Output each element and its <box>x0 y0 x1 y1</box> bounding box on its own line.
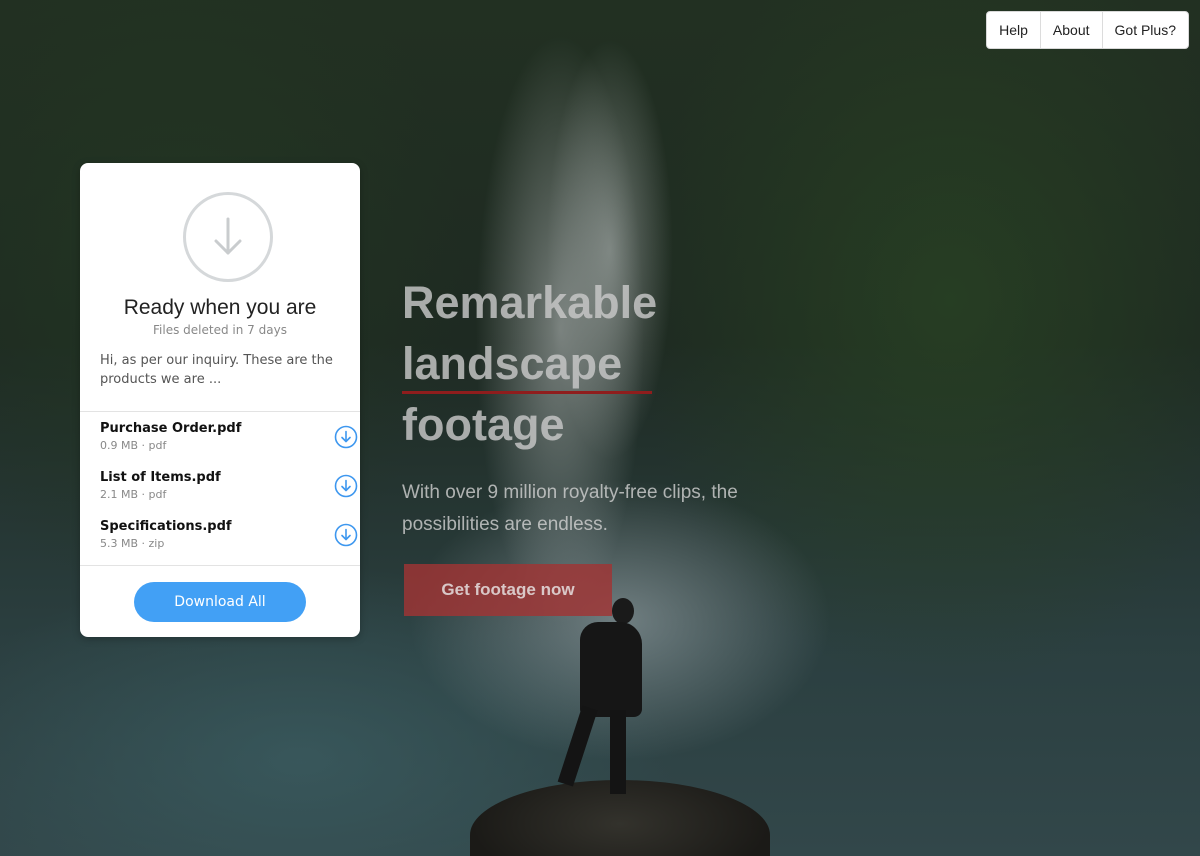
top-nav: Help About Got Plus? <box>986 11 1189 49</box>
nav-help-link[interactable]: Help <box>987 12 1040 48</box>
hero: Remarkable landscape footage With over 9… <box>402 272 822 541</box>
file-meta: 2.1 MB · pdf <box>100 488 167 501</box>
file-name: List of Items.pdf <box>100 470 221 485</box>
file-item: Specifications.pdf 5.3 MB · zip <box>80 519 360 568</box>
download-card: Ready when you are Files deleted in 7 da… <box>80 163 360 637</box>
hero-title-line3: footage <box>402 399 565 450</box>
file-download-icon[interactable] <box>334 474 358 498</box>
hero-subtitle: With over 9 million royalty-free clips, … <box>402 482 738 535</box>
divider <box>80 411 360 412</box>
file-meta: 0.9 MB · pdf <box>100 439 167 452</box>
divider <box>80 565 360 566</box>
hero-title: Remarkable landscape footage <box>402 272 822 455</box>
card-title: Ready when you are <box>123 296 317 319</box>
person-leg-right <box>610 710 626 794</box>
card-message: Hi, as per our inquiry. These are the pr… <box>100 353 333 387</box>
nav-got-plus-link[interactable]: Got Plus? <box>1101 12 1188 48</box>
get-footage-button[interactable]: Get footage now <box>404 564 612 616</box>
file-list: Purchase Order.pdf 0.9 MB · pdf List of … <box>80 421 360 568</box>
person-head <box>612 598 634 624</box>
file-meta: 5.3 MB · zip <box>100 537 165 550</box>
download-circle-icon <box>183 192 273 282</box>
page: Help About Got Plus? Remarkable landscap… <box>0 0 1200 856</box>
file-download-icon[interactable] <box>334 425 358 449</box>
hero-title-line2-highlight: landscape <box>402 333 653 394</box>
file-item: List of Items.pdf 2.1 MB · pdf <box>80 470 360 519</box>
file-name: Purchase Order.pdf <box>100 421 242 436</box>
card-subtitle: Files deleted in 7 days <box>153 323 287 337</box>
file-download-icon[interactable] <box>334 523 358 547</box>
download-all-button[interactable]: Download All <box>134 582 306 622</box>
file-item: Purchase Order.pdf 0.9 MB · pdf <box>80 421 360 470</box>
hero-title-line1: Remarkable <box>402 277 658 328</box>
person-body <box>580 622 642 717</box>
person-silhouette-image <box>557 598 642 798</box>
nav-about-link[interactable]: About <box>1039 12 1102 48</box>
file-name: Specifications.pdf <box>100 519 232 534</box>
